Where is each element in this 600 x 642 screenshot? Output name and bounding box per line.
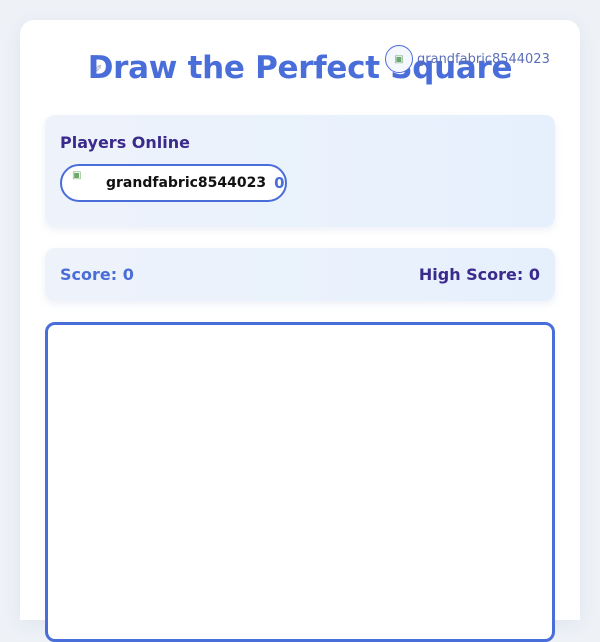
player-item[interactable]: ▣ grandfabric8544023 0 xyxy=(60,164,287,202)
players-online-panel: Players Online ▣ grandfabric8544023 0 xyxy=(45,115,555,227)
score-panel: Score: 0 High Score: 0 xyxy=(45,248,555,301)
player-name: grandfabric8544023 xyxy=(106,175,267,191)
broken-image-icon: ▣ xyxy=(72,170,82,181)
score-label: Score: 0 xyxy=(60,265,134,284)
user-avatar-icon: ▣ xyxy=(385,45,413,73)
game-container: ✐ Draw the Perfect Square ▣ grandfabric8… xyxy=(20,20,580,642)
header: ✐ Draw the Perfect Square ▣ grandfabric8… xyxy=(20,20,580,115)
current-user-name: grandfabric8544023 xyxy=(417,51,550,67)
player-score: 0 xyxy=(274,174,285,192)
players-online-title: Players Online xyxy=(60,133,190,152)
current-user-chip[interactable]: ▣ grandfabric8544023 xyxy=(385,45,550,73)
high-score-label: High Score: 0 xyxy=(418,265,540,284)
drawing-canvas[interactable] xyxy=(45,322,555,642)
